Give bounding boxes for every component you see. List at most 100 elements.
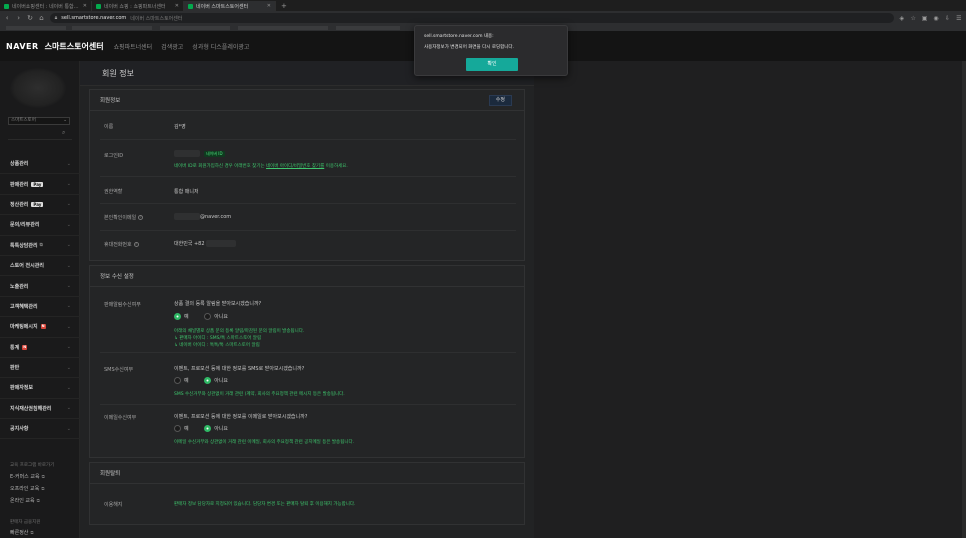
page-scrollbar[interactable] — [962, 61, 966, 538]
sidebar-item-sales[interactable]: 판매관리 Pay ⌄ — [0, 174, 80, 195]
withdraw-row: 이용해지 판매자 정보 담당자로 지정되어 있습니다. 담당자 변경 또는 판매… — [100, 484, 516, 524]
naver-favicon-icon — [188, 3, 193, 9]
store-select[interactable]: 스마트스토어 ⌄ — [8, 117, 70, 125]
edit-button[interactable]: 수정 — [488, 95, 512, 106]
top-menu-search-ads[interactable]: 검색광고 — [161, 42, 183, 51]
browser-tab-1[interactable]: 네이버쇼핑센터 : 네이버 통합검색 ✕ — [0, 1, 92, 11]
new-badge: N — [22, 344, 28, 350]
chevron-down-icon: ⌄ — [66, 160, 71, 167]
talk-notify-yes-radio[interactable]: 예 — [174, 313, 189, 320]
top-menu-display-ads[interactable]: 성과형 디스플레이광고 — [192, 42, 249, 51]
link-label: 온라인 교육 — [10, 498, 35, 504]
bookmark-item[interactable] — [160, 26, 230, 30]
close-tab-icon[interactable]: ✕ — [83, 3, 87, 9]
shield-icon[interactable]: ◈ — [899, 15, 905, 22]
chevron-down-icon: ⌄ — [66, 384, 71, 391]
new-tab-icon[interactable]: + — [276, 1, 292, 11]
naver-favicon-icon — [4, 3, 9, 9]
chevron-down-icon: ⌄ — [66, 262, 71, 269]
withdraw-label: 이용해지 — [104, 502, 123, 508]
sms-yes-radio[interactable]: 예 — [174, 377, 189, 384]
reload-icon[interactable]: ↻ — [27, 14, 33, 22]
radio-dot — [174, 313, 181, 320]
education-link-online[interactable]: 온라인 교육 ⧉ — [10, 497, 40, 504]
help-icon[interactable]: ? — [138, 215, 144, 220]
talk-notify-row: 판매알림수신여부 상품 결의 등록 알림을 받아보시겠습니까? 예 아니요 아래… — [100, 287, 516, 353]
email-notify-question: 이벤트, 프로모션 등에 대한 정보를 이메일로 받아보시겠습니까? — [174, 414, 308, 420]
sms-question: 이벤트, 프로모션 등에 대한 정보를 SMS로 받아보시겠습니까? — [174, 366, 305, 372]
confirm-button[interactable]: 확인 — [466, 58, 518, 71]
radio-label: 아니요 — [214, 378, 229, 384]
find-naver-id-link[interactable]: 네이버 아이디/비밀번호 찾기를 — [266, 164, 324, 169]
external-link-icon: ⧉ — [30, 531, 34, 536]
sidebar-item-statistics[interactable]: 통계 N ⌄ — [0, 338, 80, 358]
dialog-origin: sell.smartstore.naver.com 내용: — [424, 34, 494, 39]
finance-link-fast-settlement[interactable]: 빠른정산 ⧉ — [10, 529, 34, 536]
tab-title: 네이버쇼핑센터 : 네이버 통합검색 — [12, 3, 80, 10]
home-icon[interactable]: ⌂ — [38, 14, 44, 22]
role-label: 권한역할 — [104, 189, 123, 195]
sidebar-item-inquiry[interactable]: 문의/리뷰관리 ⌄ — [0, 215, 80, 236]
close-tab-icon[interactable]: ✕ — [175, 3, 179, 9]
sidebar-item-ip-rights[interactable]: 지식재산권침해관리 ⌄ — [0, 399, 80, 420]
sidebar-menu: 상품관리 ⌄ 판매관리 Pay ⌄ 정산관리 Pay ⌄ 문의/리뷰관리 ⌄ 톡톡상담관리 ⧉… — [0, 154, 80, 440]
chevron-down-icon: ⌄ — [66, 181, 71, 188]
chevron-down-icon: ⌄ — [66, 221, 71, 228]
naver-logo[interactable]: NAVER — [6, 42, 39, 51]
bookmark-item[interactable] — [72, 26, 152, 30]
product-name[interactable]: 스마트스토어센터 — [45, 41, 104, 52]
sidebar-item-settlement[interactable]: 정산관리 Pay ⌄ — [0, 195, 80, 216]
talk-notify-options: 예 아니요 — [174, 313, 242, 322]
extension-icon[interactable]: ▣ — [921, 15, 928, 22]
name-value: 김*영 — [174, 124, 186, 130]
browser-tab-3[interactable]: 네이버 스마트스토어센터 ✕ — [184, 1, 276, 11]
search-icon[interactable]: ⌕ — [62, 129, 65, 137]
sidebar-item-notice[interactable]: 공지사항 ⌄ — [0, 419, 80, 440]
close-tab-icon[interactable]: ✕ — [267, 3, 271, 9]
radio-label: 아니요 — [214, 314, 229, 320]
back-icon[interactable]: ‹ — [4, 14, 10, 22]
role-row: 권한역할 통합 매니저 — [100, 177, 516, 204]
phone-country: 대한민국 +82 — [174, 241, 205, 247]
sms-no-radio[interactable]: 아니요 — [204, 377, 228, 384]
bookmark-star-icon[interactable]: ☆ — [910, 15, 916, 22]
sidebar-item-store-display[interactable]: 스토어 전시관리 ⌄ — [0, 256, 80, 277]
sidebar-item-label: 문의/리뷰관리 — [10, 222, 40, 229]
dialog-message: 사용자정보가 변경되어 화면을 다시 로딩합니다. — [424, 45, 514, 50]
education-link-ecommerce[interactable]: E-커머스 교육 ⧉ — [10, 473, 45, 480]
bookmark-item[interactable] — [6, 26, 66, 30]
tab-title: 네이버 쇼핑 : 쇼핑파트너센터 — [104, 3, 166, 10]
download-icon[interactable]: ⇩ — [944, 15, 950, 22]
top-menu-shopping-partner[interactable]: 쇼핑파트너센터 — [114, 42, 153, 51]
education-link-offline[interactable]: 오프라인 교육 ⧉ — [10, 485, 44, 492]
bookmark-item[interactable] — [238, 26, 328, 30]
sidebar-item-label: 판매자정보 — [10, 385, 34, 392]
forward-icon[interactable]: › — [15, 14, 21, 22]
sidebar-item-talktalk[interactable]: 톡톡상담관리 ⧉ ⌄ — [0, 236, 80, 256]
sidebar-item-marketing[interactable]: 마케팅메시지 N ⌄ — [0, 317, 80, 338]
tab-title: 네이버 스마트스토어센터 — [196, 3, 249, 10]
masked-email — [174, 213, 200, 220]
bookmark-item[interactable] — [336, 26, 400, 30]
browser-tab-2[interactable]: 네이버 쇼핑 : 쇼핑파트너센터 ✕ — [92, 1, 184, 11]
email-notify-no-radio[interactable]: 아니요 — [204, 425, 228, 432]
sidebar-item-product[interactable]: 상품관리 ⌄ — [0, 154, 80, 175]
url-field[interactable]: 🔒︎ sell.smartstore.naver.com 네이버 스마트스토어센… — [49, 13, 894, 23]
sidebar-item-label: 고객혜택관리 — [10, 303, 38, 310]
menu-icon[interactable]: ☰ — [956, 15, 962, 22]
name-row: 이름 김*영 — [100, 111, 516, 140]
sidebar-item-seller-info[interactable]: 판매자정보 ⌄ — [0, 378, 80, 399]
phone-label-text: 휴대전화번호 — [104, 242, 132, 248]
email-notify-options: 예 아니요 — [174, 425, 242, 434]
camera-icon[interactable]: ◉ — [933, 15, 939, 22]
help-icon[interactable]: ? — [133, 242, 139, 247]
sidebar-item-exposure[interactable]: 노출관리 ⌄ — [0, 276, 80, 297]
chevron-down-icon: ⌄ — [66, 201, 71, 208]
talk-notify-channel-1: ↳ 판매자 아이디 : SMS/톡 스마트스토어 알림 — [174, 336, 262, 341]
talk-notify-no-radio[interactable]: 아니요 — [204, 313, 228, 320]
login-id-label: 로그인ID — [104, 153, 124, 159]
email-notify-yes-radio[interactable]: 예 — [174, 425, 189, 432]
sidebar-item-benefit[interactable]: 고객혜택관리 ⌄ — [0, 297, 80, 318]
sidebar-item-sales-boost[interactable]: 판반 ⌄ — [0, 358, 80, 379]
phone-value: 대한민국 +82 — [174, 240, 237, 247]
